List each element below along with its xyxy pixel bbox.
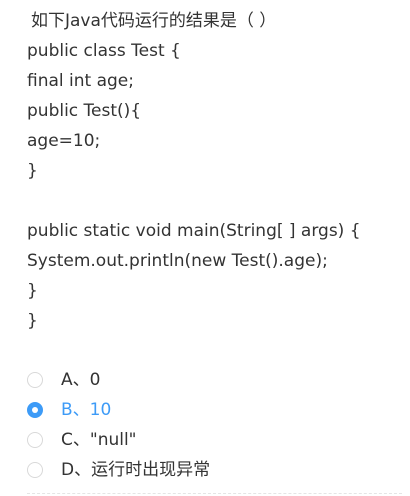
question-title: 如下Java代码运行的结果是（ ） bbox=[31, 11, 277, 31]
code-line: public static void main(String[ ] args) … bbox=[27, 221, 361, 241]
option-label: C、"null" bbox=[61, 430, 137, 450]
answer-options: A、0 B、10 C、"null" D、运行时出现异常 bbox=[27, 365, 402, 485]
code-block: public class Test { final int age; publi… bbox=[27, 36, 402, 336]
option-label: D、运行时出现异常 bbox=[61, 460, 211, 480]
code-line: } bbox=[27, 311, 38, 331]
radio-unchecked-icon[interactable] bbox=[27, 372, 43, 388]
radio-unchecked-icon[interactable] bbox=[27, 462, 43, 478]
code-line: } bbox=[27, 281, 38, 301]
code-line: age=10; bbox=[27, 131, 101, 151]
code-line: final int age; bbox=[27, 71, 134, 91]
question-block: 如下Java代码运行的结果是（ ） public class Test { fi… bbox=[27, 6, 402, 336]
code-line: System.out.println(new Test().age); bbox=[27, 251, 328, 271]
radio-checked-icon[interactable] bbox=[27, 402, 43, 418]
option-d[interactable]: D、运行时出现异常 bbox=[27, 455, 402, 485]
radio-unchecked-icon[interactable] bbox=[27, 432, 43, 448]
option-label: A、0 bbox=[61, 370, 101, 390]
option-a[interactable]: A、0 bbox=[27, 365, 402, 395]
option-c[interactable]: C、"null" bbox=[27, 425, 402, 455]
divider bbox=[27, 493, 402, 494]
code-line: public Test(){ bbox=[27, 101, 142, 121]
option-label: B、10 bbox=[61, 400, 112, 420]
code-line: } bbox=[27, 161, 38, 181]
code-line: public class Test { bbox=[27, 41, 181, 61]
option-b[interactable]: B、10 bbox=[27, 395, 402, 425]
